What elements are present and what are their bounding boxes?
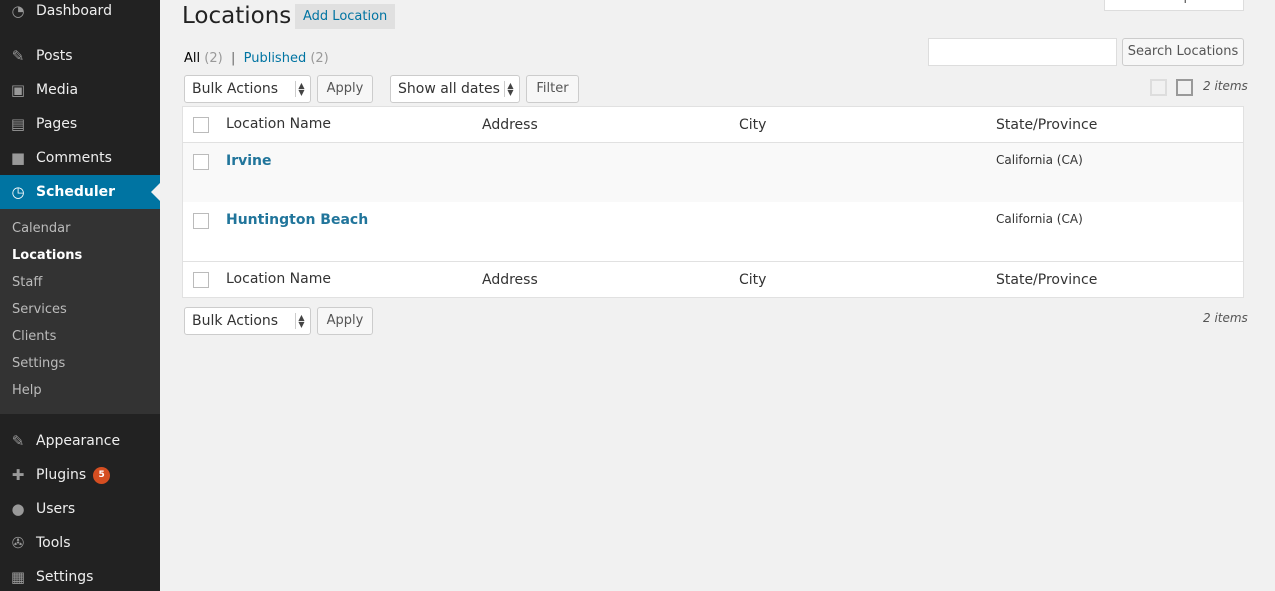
column-location-name[interactable]: Location Name (226, 116, 331, 132)
menu-item-dashboard[interactable]: ◔ Dashboard (0, 0, 160, 28)
table-footer: Location Name Address City State/Provinc… (183, 261, 1243, 297)
column-address: Address (482, 272, 538, 288)
submenu-settings[interactable]: Settings (0, 351, 160, 378)
column-city: City (739, 117, 767, 133)
submenu-staff[interactable]: Staff (0, 270, 160, 297)
table-row: Huntington Beach California (CA) (183, 202, 1243, 261)
locations-table: Location Name Address City State/Provinc… (182, 106, 1244, 298)
wrench-icon: ✇ (11, 534, 25, 552)
dashboard-icon: ◔ (11, 2, 25, 20)
search-locations-button[interactable]: Search Locations (1122, 38, 1244, 66)
table-row: Irvine California (CA) (183, 143, 1243, 202)
column-state: State/Province (996, 272, 1098, 288)
select-all-checkbox[interactable] (193, 117, 209, 133)
menu-item-comments[interactable]: ■ Comments (0, 141, 160, 175)
plug-icon: ✚ (11, 466, 25, 484)
status-filter-links: All (2) | Published (2) (184, 51, 329, 66)
menu-item-users[interactable]: ● Users (0, 492, 160, 526)
date-filter-value: Show all dates (398, 81, 500, 97)
filter-button[interactable]: Filter (526, 75, 579, 103)
screen-options-button[interactable]: Screen Options (1104, 0, 1244, 11)
admin-sidebar: ◔ Dashboard ✎ Posts ▣ Media ▤ Pages ■ Comment… (0, 0, 160, 591)
media-icon: ▣ (10, 81, 26, 99)
location-name-link[interactable]: Huntington Beach (226, 212, 368, 228)
filter-separator: | (230, 51, 236, 66)
filter-published-link[interactable]: Published (244, 51, 307, 66)
comment-icon: ■ (10, 149, 26, 167)
menu-item-tools[interactable]: ✇ Tools (0, 526, 160, 560)
column-state: State/Province (996, 117, 1098, 133)
column-address: Address (482, 117, 538, 133)
menu-item-posts[interactable]: ✎ Posts (0, 39, 160, 73)
sliders-icon: ▦ (10, 568, 26, 586)
submenu-help[interactable]: Help (0, 378, 160, 405)
user-icon: ● (11, 500, 25, 518)
select-arrows-icon: ▲ ▼ (295, 313, 307, 329)
column-city: City (739, 272, 767, 288)
pages-icon: ▤ (10, 115, 26, 133)
menu-item-plugins[interactable]: ✚ Plugins 5 (0, 458, 160, 492)
menu-item-media[interactable]: ▣ Media (0, 73, 160, 107)
brush-icon: ✎ (11, 432, 25, 450)
pin-icon: ✎ (11, 47, 25, 65)
select-arrows-icon: ▲ ▼ (504, 81, 516, 97)
apply-button-top[interactable]: Apply (317, 75, 373, 103)
submenu-services[interactable]: Services (0, 297, 160, 324)
location-name-link[interactable]: Irvine (226, 153, 272, 169)
column-location-name[interactable]: Location Name (226, 271, 331, 287)
calendar-clock-icon: ◷ (11, 183, 25, 201)
bulk-actions-value: Bulk Actions (192, 81, 279, 97)
state-cell: California (CA) (996, 153, 1083, 167)
menu-item-appearance[interactable]: ✎ Appearance (0, 424, 160, 458)
update-count-badge: 5 (93, 466, 111, 484)
apply-button-bottom[interactable]: Apply (317, 307, 373, 335)
select-arrows-icon: ▲ ▼ (295, 81, 307, 97)
items-count-bottom: 2 items (1203, 311, 1248, 325)
row-checkbox[interactable] (193, 154, 209, 170)
submenu-locations[interactable]: Locations (0, 243, 160, 270)
menu-item-pages[interactable]: ▤ Pages (0, 107, 160, 141)
date-filter-select[interactable]: Show all dates ▲ ▼ (390, 75, 520, 103)
filter-published-count: (2) (310, 51, 329, 66)
bulk-actions-select-bottom[interactable]: Bulk Actions ▲ ▼ (184, 307, 311, 335)
excerpt-view-icon[interactable] (1176, 79, 1193, 96)
bulk-actions-value: Bulk Actions (192, 313, 279, 329)
main-content: Screen Options Locations Add Location Al… (160, 0, 1275, 591)
select-all-checkbox-footer[interactable] (193, 272, 209, 288)
search-input[interactable] (928, 38, 1117, 66)
scheduler-submenu: Calendar Locations Staff Services Client… (0, 209, 160, 414)
filter-all-link[interactable]: All (184, 51, 200, 66)
state-cell: California (CA) (996, 212, 1083, 226)
items-count-top: 2 items (1203, 79, 1248, 93)
row-checkbox[interactable] (193, 213, 209, 229)
submenu-calendar[interactable]: Calendar (0, 216, 160, 243)
menu-item-scheduler[interactable]: ◷ Scheduler (0, 175, 160, 209)
add-location-button[interactable]: Add Location (295, 4, 396, 29)
submenu-clients[interactable]: Clients (0, 324, 160, 351)
filter-all-count: (2) (204, 51, 223, 66)
page-title: Locations (182, 3, 292, 29)
bulk-actions-select-top[interactable]: Bulk Actions ▲ ▼ (184, 75, 311, 103)
list-view-icon[interactable] (1150, 79, 1167, 96)
menu-item-settings[interactable]: ▦ Settings (0, 560, 160, 591)
table-header: Location Name Address City State/Provinc… (183, 107, 1243, 143)
